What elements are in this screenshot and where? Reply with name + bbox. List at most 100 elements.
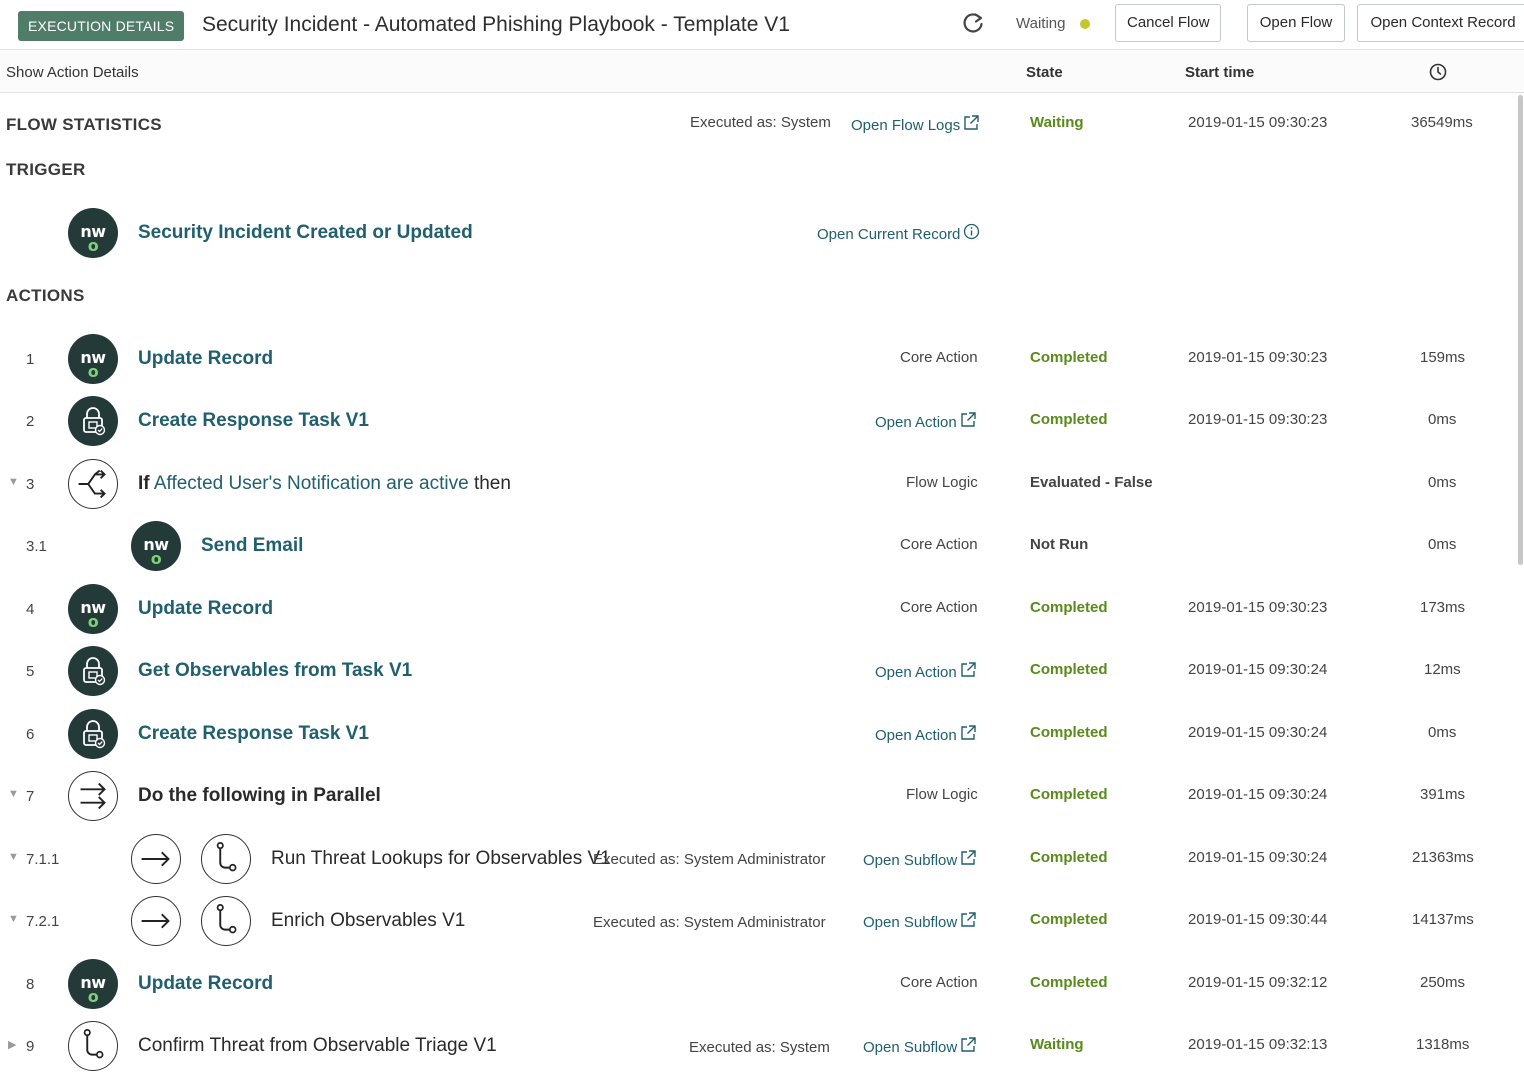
action-name-link[interactable]: Create Response Task V1 (138, 410, 369, 432)
open-action-label: Open Action (875, 664, 957, 681)
action-duration: 14137ms (1412, 911, 1474, 928)
open-subflow-link[interactable]: Open Subflow (863, 1036, 977, 1056)
action-start-time: 2019-01-15 09:30:24 (1188, 661, 1328, 678)
open-action-link[interactable]: Open Action (875, 411, 977, 431)
action-name-link[interactable]: Update Record (138, 973, 273, 995)
actions-heading: ACTIONS (6, 286, 85, 305)
action-state: Completed (1030, 849, 1108, 866)
action-type: Flow Logic (906, 474, 978, 491)
column-header: Show Action Details State Start time (0, 51, 1524, 93)
action-name-link[interactable]: Update Record (138, 598, 273, 620)
action-start-time: 2019-01-15 09:30:23 (1188, 349, 1328, 366)
open-action-label: Open Action (875, 727, 957, 744)
action-duration: 21363ms (1412, 849, 1474, 866)
security-lock-icon (68, 396, 118, 446)
arrow-right-icon (131, 834, 181, 884)
action-name-link[interactable]: Get Observables from Task V1 (138, 660, 412, 682)
open-flow-logs-link[interactable]: Open Flow Logs (851, 114, 980, 134)
now-logo-icon: now (68, 584, 118, 634)
subflow-icon (68, 1021, 118, 1071)
action-state: Not Run (1030, 536, 1089, 553)
action-duration: 173ms (1420, 599, 1466, 616)
executed-as: Executed as: System Administrator (593, 914, 826, 931)
action-state: Completed (1030, 911, 1108, 928)
action-number: 5 (26, 663, 35, 680)
action-name: Confirm Threat from Observable Triage V1 (138, 1035, 497, 1056)
flow-executed-as: Executed as: System (690, 114, 831, 131)
action-state: Completed (1030, 974, 1108, 991)
open-context-record-button[interactable]: Open Context Record (1357, 4, 1524, 42)
action-duration: 1318ms (1416, 1036, 1470, 1053)
open-action-label: Open Action (875, 414, 957, 431)
action-name: Run Threat Lookups for Observables V1 (271, 848, 611, 869)
collapse-caret-icon[interactable]: ▼ (8, 913, 19, 925)
open-current-record-label: Open Current Record (817, 226, 961, 243)
open-action-link[interactable]: Open Action (875, 724, 977, 744)
action-duration: 250ms (1420, 974, 1466, 991)
action-number: 3.1 (26, 538, 47, 555)
condition-link[interactable]: Affected User's Notification are active (154, 473, 469, 494)
open-subflow-label: Open Subflow (863, 914, 958, 931)
open-subflow-link[interactable]: Open Subflow (863, 911, 977, 931)
open-subflow-label: Open Subflow (863, 852, 958, 869)
action-start-time: 2019-01-15 09:30:44 (1188, 911, 1328, 928)
action-name-link[interactable]: Update Record (138, 348, 273, 370)
action-duration: 12ms (1424, 661, 1461, 678)
start-time-column-header: Start time (1185, 64, 1255, 81)
action-start-time: 2019-01-15 09:30:24 (1188, 724, 1328, 741)
action-duration: 0ms (1428, 474, 1457, 491)
action-name-link[interactable]: Send Email (201, 535, 303, 557)
collapse-caret-icon[interactable]: ▼ (8, 851, 19, 863)
state-column-header: State (1026, 64, 1063, 81)
execution-details-badge: EXECUTION DETAILS (18, 11, 185, 41)
collapse-caret-icon[interactable]: ▼ (8, 476, 19, 488)
parallel-logic-icon (68, 771, 118, 821)
open-flow-button[interactable]: Open Flow (1247, 4, 1345, 42)
action-number: 7.1.1 (26, 851, 60, 868)
open-action-link[interactable]: Open Action (875, 661, 977, 681)
action-state: Completed (1030, 349, 1108, 366)
external-link-icon (964, 115, 979, 130)
action-name-link[interactable]: Create Response Task V1 (138, 723, 369, 745)
show-action-details-toggle[interactable]: Show Action Details (6, 64, 139, 81)
executed-as: Executed as: System Administrator (593, 851, 826, 868)
external-link-icon (961, 912, 976, 927)
refresh-icon[interactable] (960, 10, 986, 36)
header-bar: EXECUTION DETAILS Security Incident - Au… (0, 0, 1524, 50)
action-number: 1 (26, 351, 35, 368)
action-duration: 391ms (1420, 786, 1466, 803)
security-lock-icon (68, 709, 118, 759)
scrollbar[interactable] (1518, 95, 1523, 565)
action-state: Waiting (1030, 1036, 1084, 1053)
open-current-record-link[interactable]: Open Current Record (817, 223, 980, 243)
action-type: Core Action (900, 349, 978, 366)
flow-start-time: 2019-01-15 09:30:23 (1188, 114, 1328, 131)
flow-statistics-heading: FLOW STATISTICS (6, 115, 162, 134)
cancel-flow-button[interactable]: Cancel Flow (1115, 4, 1221, 42)
trigger-name-link[interactable]: Security Incident Created or Updated (138, 222, 473, 244)
action-start-time: 2019-01-15 09:30:24 (1188, 849, 1328, 866)
now-logo-icon: now (68, 959, 118, 1009)
open-subflow-label: Open Subflow (863, 1039, 958, 1056)
executed-as: Executed as: System (689, 1039, 830, 1056)
collapse-caret-icon[interactable]: ▼ (8, 788, 19, 800)
status-dot (1080, 19, 1090, 29)
action-start-time: 2019-01-15 09:32:12 (1188, 974, 1328, 991)
action-type: Core Action (900, 974, 978, 991)
now-logo-icon: now (68, 334, 118, 384)
external-link-icon (961, 412, 976, 427)
external-link-icon (961, 1037, 976, 1052)
action-state: Completed (1030, 724, 1108, 741)
action-number: 3 (26, 476, 35, 493)
expand-caret-icon[interactable]: ▶ (8, 1038, 16, 1051)
action-state: Evaluated - False (1030, 474, 1153, 491)
info-icon (964, 223, 980, 240)
open-subflow-link[interactable]: Open Subflow (863, 849, 977, 869)
action-name: Enrich Observables V1 (271, 910, 466, 931)
action-number: 7.2.1 (26, 913, 60, 930)
if-condition: If Affected User's Notification are acti… (138, 473, 511, 495)
branch-logic-icon (68, 459, 118, 509)
action-number: 9 (26, 1038, 35, 1055)
action-number: 7 (26, 788, 35, 805)
flow-status-label: Waiting (1016, 15, 1066, 32)
